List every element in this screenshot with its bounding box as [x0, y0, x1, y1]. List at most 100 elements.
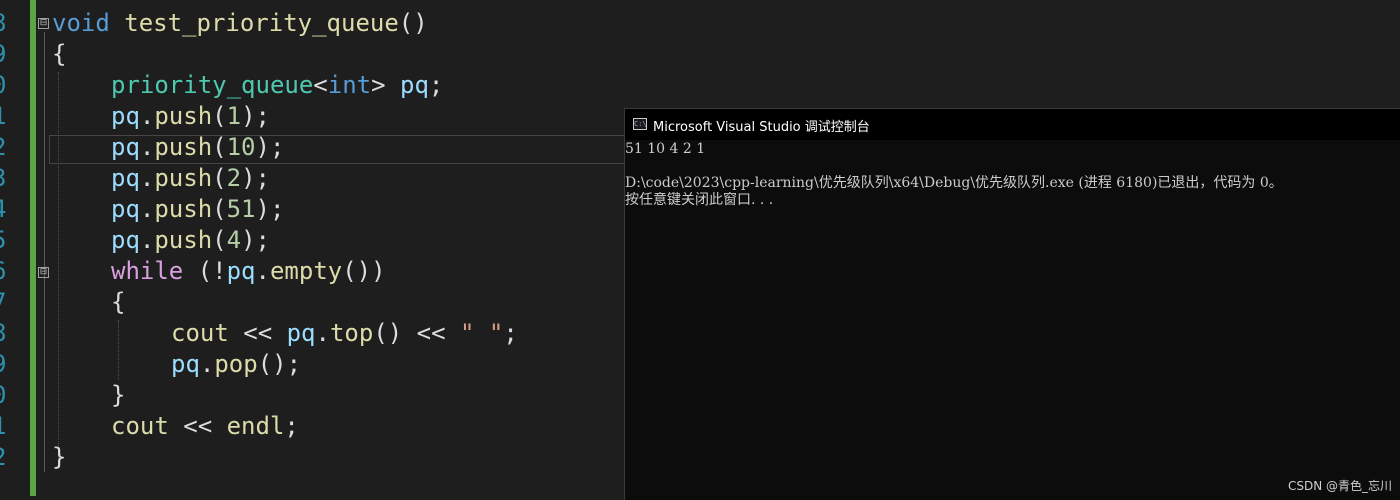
line-number: 1	[0, 101, 10, 132]
console-output-line: D:\code\2023\cpp-learning\优先级队列\x64\Debu…	[625, 175, 1283, 191]
code-line[interactable]: cout << pq.top() << " ";	[171, 318, 518, 349]
line-number: 9	[0, 39, 10, 70]
collapse-function-toggle[interactable]: ⊟	[38, 18, 49, 29]
punctuation: >	[371, 71, 386, 99]
line-number: 9	[0, 349, 10, 380]
watermark: CSDN @青色_忘川	[1287, 479, 1392, 493]
console-app-icon: C:\	[633, 118, 647, 130]
line-number: 6	[0, 256, 10, 287]
punctuation: .	[139, 195, 155, 223]
line-number: 0	[0, 380, 10, 411]
punctuation: (	[212, 195, 227, 223]
punctuation: .	[255, 257, 270, 285]
code-line[interactable]: pq.push(10);	[111, 132, 284, 163]
code-line[interactable]: }	[111, 380, 125, 411]
punctuation: (	[212, 102, 227, 130]
code-line[interactable]: {	[111, 287, 125, 318]
indent-guide	[58, 72, 59, 462]
variable: pq	[226, 257, 256, 285]
code-line[interactable]: while (!pq.empty())	[111, 256, 386, 287]
console-output[interactable]: 51 10 4 2 1 D:\code\2023\cpp-learning\优先…	[625, 141, 1400, 209]
line-number: 8	[0, 8, 10, 39]
line-number: 3	[0, 163, 10, 194]
function-name: top	[329, 319, 374, 347]
function-name: push	[154, 133, 213, 161]
number-literal: 2	[226, 164, 242, 192]
punctuation: (	[212, 226, 227, 254]
punctuation: ()	[398, 9, 428, 37]
function-name: test_priority_queue	[124, 9, 399, 37]
control-keyword: while	[111, 257, 184, 285]
punctuation: .	[139, 164, 155, 192]
line-number: 1	[0, 411, 10, 442]
variable: pq	[400, 71, 429, 99]
function-name: push	[154, 102, 213, 130]
brace: {	[52, 40, 67, 68]
object-name: cout	[171, 319, 229, 347]
function-name: pop	[214, 350, 258, 378]
punctuation: .	[139, 133, 155, 161]
punctuation: ;	[284, 412, 299, 440]
punctuation: );	[241, 102, 270, 130]
outline-line	[44, 280, 45, 412]
console-output-line: 51 10 4 2 1	[625, 141, 706, 157]
punctuation: (	[212, 133, 227, 161]
code-line[interactable]: {	[52, 39, 66, 70]
code-line[interactable]: pq.push(4);	[111, 225, 270, 256]
variable: pq	[111, 164, 140, 192]
variable: pq	[111, 226, 140, 254]
brace: }	[111, 381, 126, 409]
code-line[interactable]: pq.push(51);	[111, 194, 284, 225]
operator: <<	[402, 319, 461, 347]
line-number: 2	[0, 132, 10, 163]
console-title: Microsoft Visual Studio 调试控制台	[653, 120, 870, 135]
number-literal: 51	[226, 195, 256, 223]
code-line[interactable]: pq.push(1);	[111, 101, 270, 132]
punctuation: ;	[503, 319, 518, 347]
brace: }	[52, 443, 67, 471]
punctuation: ;	[428, 71, 444, 99]
collapse-while-toggle[interactable]: ⊟	[38, 267, 49, 278]
function-name: push	[154, 164, 213, 192]
string-literal: " "	[460, 319, 504, 347]
punctuation: );	[255, 195, 285, 223]
variable: pq	[286, 319, 316, 347]
keyword: int	[327, 71, 372, 99]
code-line[interactable]: }	[52, 442, 66, 473]
code-line[interactable]: void test_priority_queue()	[52, 8, 428, 39]
variable: pq	[111, 195, 140, 223]
punctuation: ())	[342, 257, 386, 285]
variable: pq	[111, 102, 140, 130]
line-number: 5	[0, 225, 10, 256]
code-line[interactable]: pq.pop();	[171, 349, 301, 380]
punctuation: (!	[183, 257, 227, 285]
code-line[interactable]: cout << endl;	[111, 411, 299, 442]
changed-lines-indicator	[30, 0, 36, 496]
punctuation: .	[199, 350, 215, 378]
variable: pq	[111, 133, 140, 161]
variable: pq	[171, 350, 200, 378]
number-literal: 4	[226, 226, 242, 254]
punctuation: .	[139, 102, 155, 130]
punctuation: );	[241, 226, 270, 254]
punctuation: ();	[257, 350, 302, 378]
debug-console-window[interactable]: C:\ Microsoft Visual Studio 调试控制台 51 10 …	[624, 108, 1400, 500]
line-number: 7	[0, 287, 10, 318]
function-name: push	[154, 195, 213, 223]
indent-guide	[118, 320, 119, 380]
line-number: 4	[0, 194, 10, 225]
brace: {	[111, 288, 126, 316]
function-name: endl	[226, 412, 285, 440]
code-line[interactable]: pq.push(2);	[111, 163, 270, 194]
console-titlebar[interactable]: C:\ Microsoft Visual Studio 调试控制台	[625, 109, 1400, 140]
line-number-gutter: 8 9 0 1 2 3 4 5 6 7 8 9 0 1 2	[0, 0, 10, 500]
code-line[interactable]: priority_queue<int> pq;	[111, 70, 443, 101]
keyword: void	[52, 9, 110, 37]
operator: <<	[228, 319, 287, 347]
punctuation: ()	[373, 319, 403, 347]
number-literal: 10	[226, 133, 256, 161]
function-name: push	[154, 226, 213, 254]
operator: <<	[168, 412, 227, 440]
line-number: 0	[0, 70, 10, 101]
function-name: empty	[269, 257, 343, 285]
